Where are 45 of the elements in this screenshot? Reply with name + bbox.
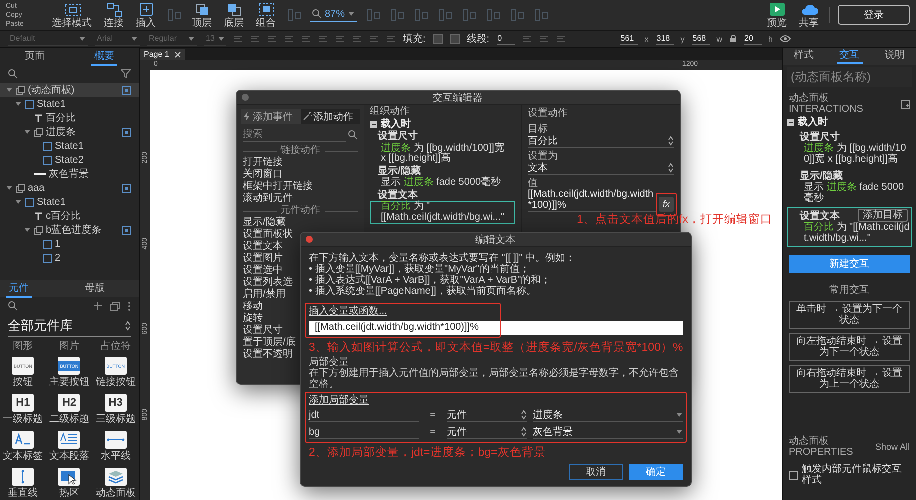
action-detail: 进度条 为 [[bg.width/100]]宽 x [[bg.height]]高 [803,143,908,165]
fill-label: 填充: [403,32,426,46]
action-title: 显示/隐藏 [799,171,843,182]
instruction-text: • 插入表达式[[VarA + VarB]]，获取"VarA + VarB"的和； [309,275,552,286]
action-title: 设置文本 [376,190,419,200]
h-label: h [768,34,773,44]
equals-sign: = [429,410,437,421]
field-label: 设置为 [528,151,559,162]
section-title: 局部变量 [309,357,349,368]
category-heading: 图片 [58,340,80,353]
event-label: 载入时 [381,120,411,130]
instruction-text: • 插入变量[[MyVar]]，获取变量"MyVar"的当前值； [309,264,531,275]
heading-thumbnail: H2 [58,394,80,412]
section-title: 常用交互 [828,285,870,296]
section-title: 动态面板 PROPERTIES [789,436,854,458]
x-label: x [644,34,649,44]
column-header: 设置动作 [528,108,569,119]
heading-thumbnail: H3 [104,394,127,412]
y-label: y [680,34,685,44]
heading-thumbnail: H1 [12,394,34,412]
w-label: w [716,34,723,44]
action-detail: 百分比 为 "[[Math.ceil(jdt.width/bg.wi..." [803,222,911,244]
action-title: 设置尺寸 [376,132,419,142]
category-heading: 图形 [12,340,34,353]
dialog-title: 交互编辑器 [432,92,484,104]
field-label: 值 [528,178,539,189]
action-detail: 显示 进度条 fade 5000毫秒 [803,182,906,204]
hint-text: 在下方创建用于插入元件值的局部变量，局部变量名称必须是字母数字，不允许包含空格。 [309,368,680,390]
action-title: 设置尺寸 [798,132,840,143]
column-header: 组织动作 [370,107,411,118]
dialog-title: 编辑文本 [474,234,516,246]
category-heading: 占位符 [100,340,132,353]
equals-sign: = [429,427,437,438]
section-header: 元件动作 [280,205,320,216]
section-header: 链接动作 [280,145,320,156]
section-title: 动态面板 INTERACTIONS [789,93,864,115]
action-title: 显示/隐藏 [377,166,422,176]
instruction-text: 在下方输入文本，变量名称或表达式要写在 "[[ ]]" 中。例如： [309,253,577,264]
annotation-text: 3、输入如图计算公式，即文本值=取整（进度条宽/灰色背景宽*100）% [309,341,683,355]
event-label: 载入时 [798,117,828,128]
line-label: 线段: [466,32,490,46]
field-label: 目标 [528,124,548,135]
action-title: 设置文本 [798,210,840,222]
annotation-text: 2、添加局部变量，jdt=进度条；bg=灰色背景 [309,446,547,460]
instruction-text: • 插入系统变量[[PageName]]，获取当前页面名称。 [309,286,538,297]
